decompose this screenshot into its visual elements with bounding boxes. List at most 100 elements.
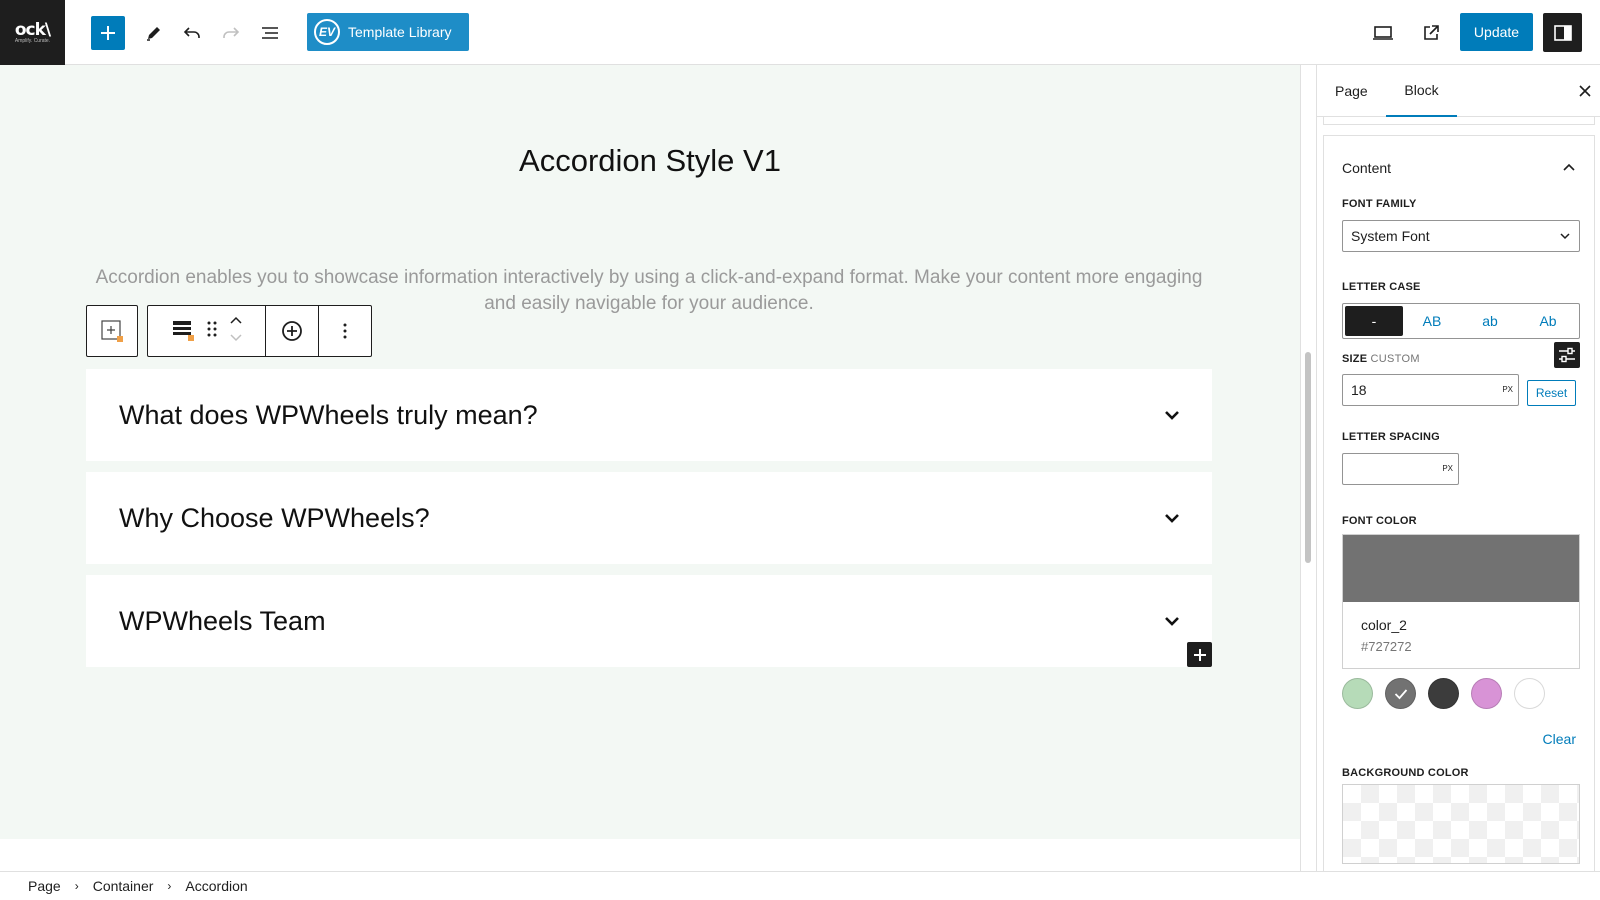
- tools-button[interactable]: [137, 16, 171, 50]
- block-toolbar: [147, 305, 372, 357]
- font-family-value: System Font: [1351, 228, 1430, 244]
- close-sidebar-button[interactable]: [1575, 81, 1595, 101]
- letter-case-capitalize-button[interactable]: Ab: [1519, 306, 1577, 336]
- letter-case-none-button[interactable]: -: [1345, 306, 1403, 336]
- content-panel: Content FONT FAMILY System Font LETTER C…: [1323, 135, 1595, 871]
- container-block-icon: [101, 320, 123, 342]
- font-color-details[interactable]: color_2 #727272: [1342, 602, 1580, 669]
- site-logo-subtext: Amplify. Curate.: [14, 37, 51, 44]
- template-library-label: Template Library: [348, 24, 452, 40]
- letter-case-label: LETTER CASE: [1342, 281, 1421, 293]
- chevron-down-icon[interactable]: [1164, 615, 1180, 627]
- pencil-icon: [147, 27, 160, 41]
- preview-button[interactable]: [1366, 16, 1400, 50]
- chevron-down-icon[interactable]: [1164, 409, 1180, 421]
- font-size-unit: PX: [1502, 385, 1513, 394]
- site-logo-text: ock\: [14, 19, 51, 40]
- canvas-scrollbar-thumb[interactable]: [1305, 352, 1311, 563]
- letter-case-lowercase-button[interactable]: ab: [1461, 306, 1519, 336]
- page-heading[interactable]: Accordion Style V1: [0, 143, 1300, 179]
- palette-swatch[interactable]: [1514, 678, 1545, 709]
- accordion-item[interactable]: Why Choose WPWheels?: [86, 472, 1212, 564]
- redo-button[interactable]: [214, 16, 248, 50]
- font-color-swatch[interactable]: [1342, 534, 1580, 602]
- font-family-select[interactable]: System Font: [1342, 220, 1580, 252]
- font-family-label: FONT FAMILY: [1342, 198, 1417, 210]
- font-color-name: color_2: [1361, 617, 1407, 633]
- breadcrumb-item-accordion[interactable]: Accordion: [185, 878, 247, 894]
- block-options-button[interactable]: [319, 306, 371, 356]
- chevron-right-icon: ›: [167, 879, 172, 893]
- site-logo[interactable]: ock\ Amplify. Curate.: [0, 0, 65, 65]
- color-palette: [1342, 678, 1557, 709]
- accordion-item-title[interactable]: What does WPWheels truly mean?: [119, 400, 538, 431]
- clear-font-color-button[interactable]: Clear: [1543, 731, 1576, 747]
- letter-spacing-unit: PX: [1442, 464, 1453, 473]
- previous-panel-edge: [1323, 117, 1595, 125]
- tab-page[interactable]: Page: [1335, 65, 1368, 117]
- circle-plus-icon: [282, 321, 302, 341]
- list-view-icon: [262, 27, 278, 39]
- plus-icon: [1193, 648, 1206, 661]
- palette-swatch[interactable]: [1428, 678, 1459, 709]
- accordion-item[interactable]: What does WPWheels truly mean?: [86, 369, 1212, 461]
- editor-top-bar: ock\ Amplify. Curate. EV Template Librar…: [0, 0, 1600, 65]
- add-inner-block-button[interactable]: [266, 306, 319, 356]
- breadcrumb-item-container[interactable]: Container: [93, 878, 154, 894]
- settings-toggle-button[interactable]: [1543, 13, 1582, 52]
- close-icon: [1579, 85, 1591, 97]
- accordion-item-title[interactable]: Why Choose WPWheels?: [119, 503, 430, 534]
- document-overview-button[interactable]: [253, 16, 287, 50]
- size-custom-sublabel: CUSTOM: [1370, 353, 1420, 365]
- custom-size-toggle-button[interactable]: [1554, 342, 1580, 368]
- font-size-input[interactable]: 18 PX: [1342, 374, 1519, 406]
- canvas-bottom-area: [0, 839, 1300, 871]
- tab-block[interactable]: Block: [1386, 65, 1457, 117]
- size-label: SIZE CUSTOM: [1342, 353, 1420, 365]
- undo-button[interactable]: [175, 16, 209, 50]
- background-color-label: BACKGROUND COLOR: [1342, 767, 1469, 779]
- letter-spacing-label: LETTER SPACING: [1342, 431, 1440, 443]
- sidebar-tabs: Page Block: [1317, 65, 1600, 117]
- more-vertical-icon: [343, 323, 347, 339]
- palette-swatch-selected[interactable]: [1385, 678, 1416, 709]
- reset-font-size-button[interactable]: Reset: [1527, 380, 1576, 406]
- letter-spacing-input[interactable]: PX: [1342, 453, 1459, 485]
- palette-swatch[interactable]: [1342, 678, 1373, 709]
- plus-icon: [101, 26, 115, 40]
- template-library-logo-icon: EV: [314, 19, 340, 45]
- view-page-button[interactable]: [1414, 16, 1448, 50]
- content-panel-title[interactable]: Content: [1342, 160, 1391, 176]
- laptop-icon: [1373, 26, 1393, 40]
- external-link-icon: [1424, 25, 1439, 40]
- font-color-label: FONT COLOR: [1342, 515, 1417, 527]
- accordion-item-title[interactable]: WPWheels Team: [119, 606, 326, 637]
- font-size-value: 18: [1351, 382, 1367, 398]
- size-label-text: SIZE: [1342, 353, 1368, 365]
- letter-case-uppercase-button[interactable]: AB: [1403, 306, 1461, 336]
- redo-icon: [223, 27, 240, 38]
- chevron-down-icon: [1560, 233, 1570, 240]
- add-block-button[interactable]: [91, 16, 125, 50]
- breadcrumb-item-page[interactable]: Page: [28, 878, 61, 894]
- block-toolbar-group: [148, 306, 266, 356]
- chevron-down-icon[interactable]: [1164, 512, 1180, 524]
- add-accordion-item-button[interactable]: [1187, 642, 1212, 667]
- palette-swatch[interactable]: [1471, 678, 1502, 709]
- accordion-item[interactable]: WPWheels Team: [86, 575, 1212, 667]
- settings-sliders-icon: [1559, 347, 1575, 363]
- select-parent-block-button[interactable]: [86, 305, 138, 357]
- block-breadcrumb: Page › Container › Accordion: [0, 871, 1600, 900]
- update-button[interactable]: Update: [1460, 13, 1533, 51]
- accordion-block-icon[interactable]: [170, 316, 196, 347]
- chevron-right-icon: ›: [74, 879, 79, 893]
- chevron-up-icon[interactable]: [1562, 160, 1576, 174]
- check-icon: [1394, 688, 1407, 699]
- font-color-hex: #727272: [1361, 639, 1412, 654]
- sidebar-icon: [1553, 24, 1572, 41]
- background-color-swatch[interactable]: [1342, 784, 1580, 864]
- template-library-button[interactable]: EV Template Library: [307, 13, 469, 51]
- move-up-down-icon[interactable]: [228, 314, 244, 349]
- drag-handle-icon[interactable]: [206, 319, 218, 344]
- settings-sidebar: Page Block Content FONT FAMILY System Fo…: [1316, 65, 1600, 871]
